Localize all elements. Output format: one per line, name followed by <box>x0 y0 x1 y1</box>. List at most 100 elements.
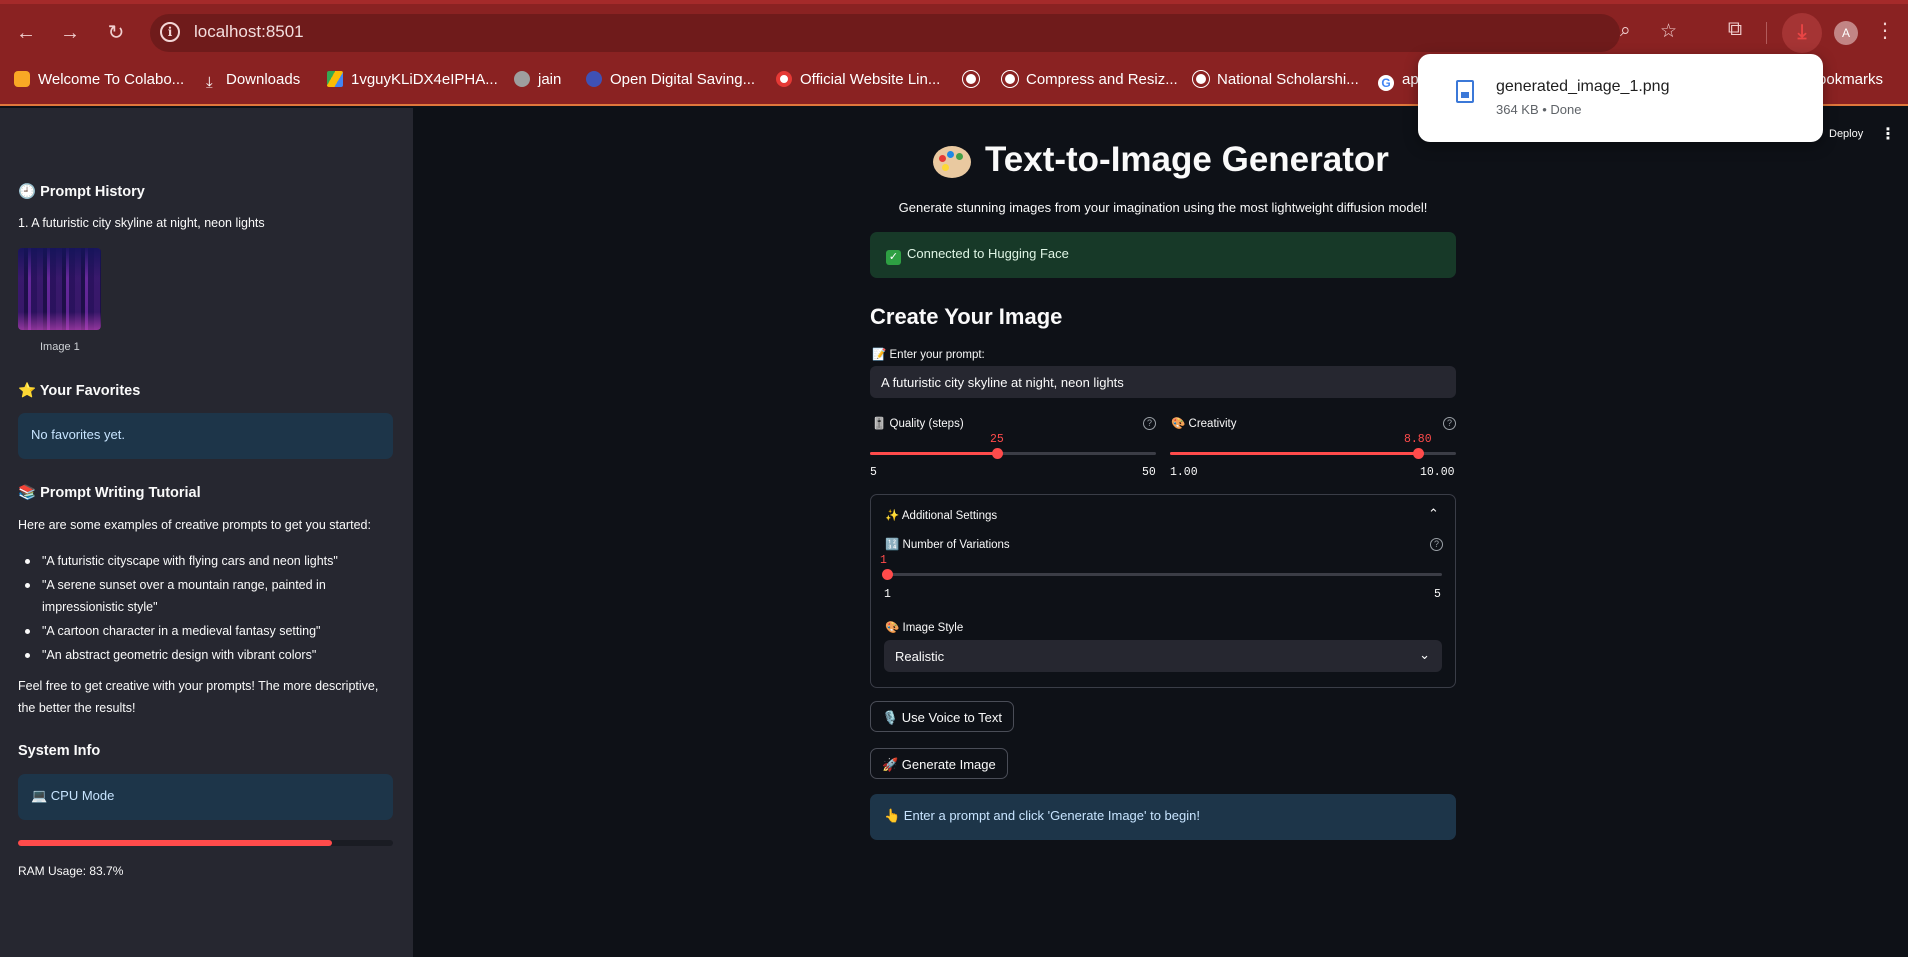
globe-icon <box>1193 71 1209 87</box>
back-icon[interactable]: ← <box>11 18 41 48</box>
thumbnail-caption: Image 1 <box>40 341 80 353</box>
ram-progress-fill <box>18 840 332 846</box>
quality-slider-handle[interactable] <box>992 448 1003 459</box>
variations-max: 5 <box>1434 588 1441 601</box>
favorites-empty-info: No favorites yet. <box>18 413 393 459</box>
quality-min: 5 <box>870 466 877 479</box>
history-item-label: 1. A futuristic city skyline at night, n… <box>18 216 265 230</box>
site-icon <box>514 71 530 87</box>
variations-slider-handle[interactable] <box>882 569 893 580</box>
variations-min: 1 <box>884 588 891 601</box>
prompt-history-title: 🕘 Prompt History <box>18 184 145 200</box>
prompt-label: 📝 Enter your prompt: <box>872 349 985 361</box>
image-style-value: Realistic <box>895 649 945 664</box>
colab-icon <box>14 71 30 87</box>
variations-value: 1 <box>880 554 887 567</box>
creativity-value: 8.80 <box>1404 433 1432 446</box>
address-bar[interactable] <box>150 14 1620 52</box>
connection-status: ✓ Connected to Hugging Face <box>870 232 1456 278</box>
bookmark-item[interactable]: ⤓ Downloads <box>206 70 300 96</box>
download-bubble[interactable]: generated_image_1.png 364 KB • Done <box>1418 54 1823 142</box>
section-title: Create Your Image <box>870 304 1063 329</box>
forward-icon[interactable]: → <box>55 18 85 48</box>
bank-icon <box>586 71 602 87</box>
creativity-slider-fill <box>1170 452 1418 455</box>
palette-icon <box>933 146 971 178</box>
tab-strip <box>0 0 1908 4</box>
cpu-mode-info: 💻 CPU Mode <box>18 774 393 820</box>
zoom-icon[interactable]: ⌕ <box>1620 20 1631 42</box>
check-icon: ✓ <box>886 250 901 265</box>
google-drive-icon <box>327 71 343 87</box>
download-status: 364 KB • Done <box>1496 102 1582 117</box>
chevron-down-icon: ⌄ <box>1419 647 1430 662</box>
site-info-icon[interactable]: i <box>160 22 180 42</box>
history-thumbnail[interactable] <box>18 248 101 330</box>
image-style-label: 🎨 Image Style <box>885 622 964 634</box>
bookmark-item[interactable]: Compress and Resiz... <box>1002 70 1178 96</box>
bookmark-item[interactable]: 1vguyKLiDX4eIPHA... <box>327 70 498 96</box>
bookmark-item[interactable]: Welcome To Colabo... <box>14 70 184 96</box>
bookmark-item[interactable]: Open Digital Saving... <box>586 70 755 96</box>
creativity-max: 10.00 <box>1420 466 1455 479</box>
variations-help-icon[interactable]: ? <box>1430 538 1443 551</box>
globe-icon <box>963 71 979 87</box>
list-item: "An abstract geometric design with vibra… <box>25 644 395 666</box>
list-item: "A cartoon character in a medieval fanta… <box>25 620 395 642</box>
tutorial-outro: Feel free to get creative with your prom… <box>18 679 379 715</box>
tutorial-intro: Here are some examples of creative promp… <box>18 518 371 532</box>
globe-icon <box>1002 71 1018 87</box>
voice-to-text-button[interactable]: 🎙️ Use Voice to Text <box>870 701 1015 732</box>
bookmark-star-icon[interactable]: ☆ <box>1660 20 1677 43</box>
bookmark-item[interactable]: Official Website Lin... <box>776 70 940 96</box>
profile-avatar[interactable]: A <box>1834 21 1858 45</box>
creativity-slider-handle[interactable] <box>1413 448 1424 459</box>
creativity-help-icon[interactable]: ? <box>1443 417 1456 430</box>
site-icon <box>776 71 792 87</box>
page-title: Text-to-Image Generator <box>985 140 1389 179</box>
system-info-title: System Info <box>18 743 101 759</box>
ram-progress-bar <box>18 840 393 846</box>
deploy-button[interactable]: Deploy <box>1829 128 1863 140</box>
download-filename[interactable]: generated_image_1.png <box>1496 78 1669 96</box>
image-file-icon <box>1456 80 1474 103</box>
generate-image-button[interactable]: 🚀 Generate Image <box>870 748 1008 779</box>
quality-help-icon[interactable]: ? <box>1143 417 1156 430</box>
tutorial-title: 📚 Prompt Writing Tutorial <box>18 485 201 501</box>
bookmark-item[interactable]: jain <box>514 70 561 96</box>
image-style-select[interactable]: Realistic ⌄ <box>884 640 1442 672</box>
reload-icon[interactable]: ↻ <box>101 18 131 48</box>
url-text[interactable]: localhost:8501 <box>194 22 304 42</box>
quality-slider-fill <box>870 452 997 455</box>
download-icon: ⤓ <box>206 74 213 91</box>
downloads-icon[interactable]: ⤓ <box>1782 13 1822 53</box>
tutorial-examples: "A futuristic cityscape with flying cars… <box>25 550 395 668</box>
google-icon: G <box>1378 75 1394 91</box>
creativity-slider[interactable] <box>1170 448 1456 459</box>
additional-settings-header[interactable]: ✨ Additional Settings <box>885 508 997 522</box>
list-item: "A serene sunset over a mountain range, … <box>25 574 395 618</box>
creativity-label: 🎨 Creativity <box>1171 418 1237 430</box>
bookmark-item[interactable]: Gap <box>1378 70 1419 96</box>
variations-label: 🔢 Number of Variations <box>885 539 1010 551</box>
connection-status-text: Connected to Hugging Face <box>907 246 1069 261</box>
quality-label: 🎚️ Quality (steps) <box>872 418 964 430</box>
main-menu-icon[interactable]: ⋮ <box>1880 124 1896 144</box>
chrome-menu-icon[interactable]: ⋮ <box>1875 18 1895 43</box>
quality-slider[interactable] <box>870 448 1156 459</box>
bookmark-item[interactable]: National Scholarshi... <box>1193 70 1359 96</box>
ram-usage-label: RAM Usage: 83.7% <box>18 864 124 878</box>
hint-info: 👆 Enter a prompt and click 'Generate Ima… <box>870 794 1456 840</box>
chevron-up-icon[interactable]: ⌃ <box>1428 506 1439 522</box>
creativity-min: 1.00 <box>1170 466 1198 479</box>
favorites-title: ⭐ Your Favorites <box>18 383 141 399</box>
prompt-input[interactable] <box>870 366 1456 398</box>
variations-slider[interactable] <box>882 569 1442 580</box>
quality-value: 25 <box>990 433 1004 446</box>
bookmark-item[interactable] <box>963 70 987 96</box>
page-subtitle: Generate stunning images from your imagi… <box>898 200 1428 215</box>
extensions-icon[interactable]: ⧉ <box>1720 18 1750 41</box>
quality-max: 50 <box>1142 466 1156 479</box>
sidebar <box>0 108 413 957</box>
toolbar-divider <box>1766 22 1767 44</box>
